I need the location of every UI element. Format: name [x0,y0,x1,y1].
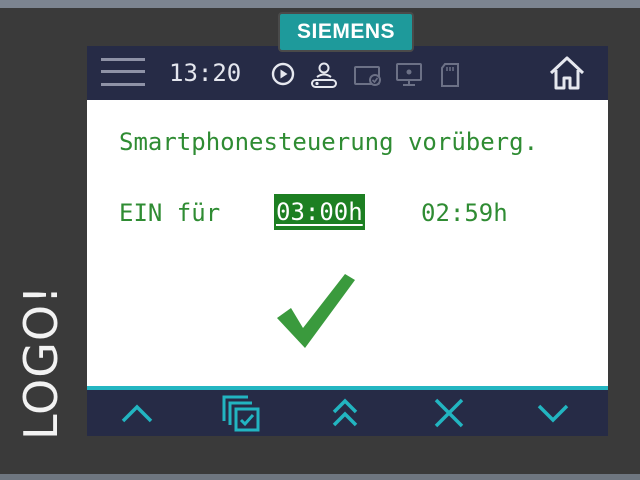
sd-card-icon [441,63,459,87]
close-icon [434,398,464,428]
remaining-time: 02:59h [421,199,508,227]
top-frame-strip [0,0,640,8]
logo-device-label: LOGO! [14,284,68,441]
menu-icon[interactable] [101,56,145,88]
double-chevron-up-icon [332,398,358,427]
play-circle-icon [271,62,295,86]
check-icon [277,274,355,348]
display-check-icon [354,66,381,86]
ein-label: EIN für [119,199,221,227]
chevron-up-icon [121,404,153,423]
softkey-cancel[interactable] [417,394,481,432]
clock-time: 13:20 [169,59,242,87]
monitor-icon [396,63,422,86]
siemens-logo: SIEMENS [278,12,414,52]
duration-input-selected[interactable]: 03:00h [274,194,365,230]
status-bar: 13:20 [87,46,608,100]
screen-heading: Smartphonesteuerung vorüberg. [119,128,539,156]
home-icon[interactable] [547,54,587,92]
softkey-up[interactable] [105,394,169,432]
softkey-down[interactable] [521,394,585,432]
device-screen: 13:20 Smartphonesteuerung vorüberg. EIN … [87,46,608,436]
softkey-confirm[interactable] [209,394,273,432]
softkey-page-up[interactable] [313,394,377,432]
copy-check-icon [222,395,260,432]
chevron-down-icon [537,404,569,423]
bottom-frame-strip [0,474,640,480]
user-network-icon [311,62,337,88]
softkey-bar [87,390,608,436]
message-panel: Smartphonesteuerung vorüberg. EIN für 03… [87,100,608,386]
